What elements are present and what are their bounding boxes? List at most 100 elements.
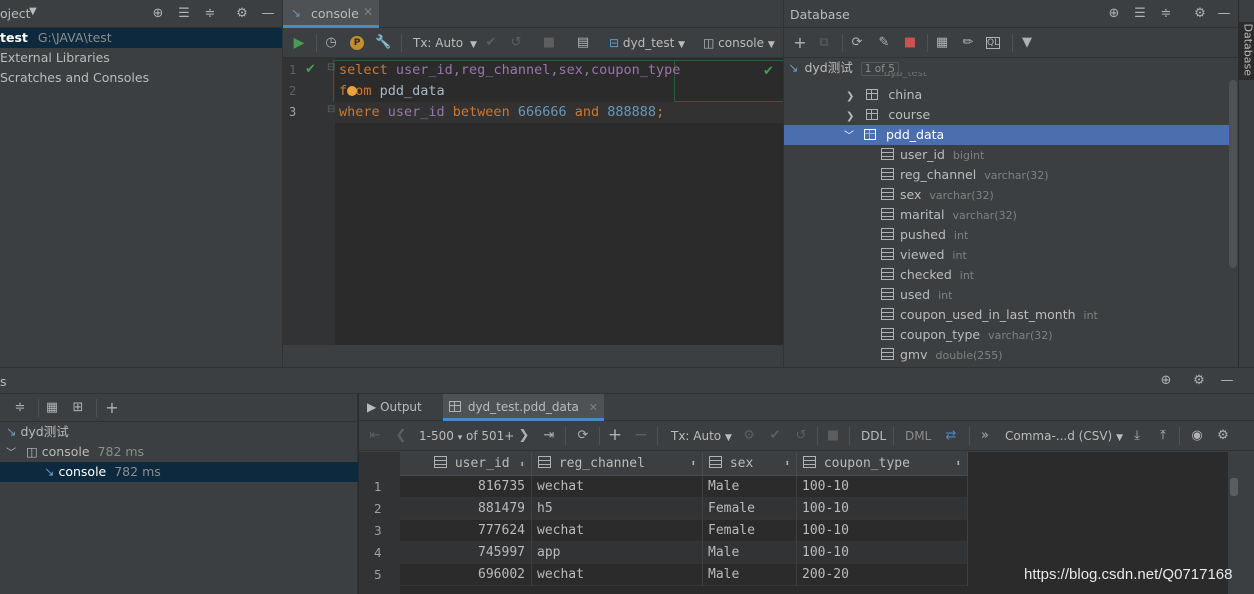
table-cell[interactable]: Male [703,476,797,498]
results-scrollbar-thumb[interactable] [1230,478,1238,496]
column-header-reg-channel[interactable]: reg_channel ⬍ [532,452,703,476]
sort-icon[interactable]: ⬍ [519,460,524,470]
stop-icon[interactable]: ■ [825,428,841,444]
sort-icon[interactable]: ⬍ [785,452,790,476]
compare-icon[interactable]: ⇄ [943,428,959,444]
column-header-sex[interactable]: sex ⬍ [703,452,797,476]
tx-mode-dropdown[interactable]: Tx: Auto ▼ [671,429,732,443]
minimize-icon[interactable]: — [1219,373,1235,389]
sync-icon[interactable]: ⚙ [741,428,757,444]
fold-icon[interactable]: ⊟ [327,104,335,115]
tree-column-row[interactable]: checked int [784,265,1229,285]
tree-table-pdd-data[interactable]: ﹀ pdd_data [784,125,1229,145]
crosshair-icon[interactable]: ⊕ [1158,373,1174,389]
filter-icon[interactable]: ⊞ [70,400,86,416]
page-range-dropdown[interactable]: 1-500 ▾ [419,429,462,443]
tree-column-row[interactable]: reg_channel varchar(32) [784,165,1229,185]
collapse-all-icon[interactable]: ≑ [202,6,218,22]
tree-column-row[interactable]: pushed int [784,225,1229,245]
table-view-icon[interactable]: ▦ [934,35,950,51]
table-cell[interactable]: 100-10 [797,542,968,564]
next-page-icon[interactable]: ❯ [516,428,532,444]
dml-button[interactable]: DML [905,429,931,443]
close-icon[interactable]: ✕ [589,401,598,414]
tx-mode-dropdown[interactable]: Tx: Auto ▼ [413,36,477,50]
edit-properties-icon[interactable]: ✎ [876,35,892,51]
table-cell[interactable]: 777624 [400,520,532,542]
gear-icon[interactable]: ⚙ [234,6,250,22]
tree-root-row[interactable]: ↘ dyd测试 1 of 5 [784,58,1229,78]
first-page-icon[interactable]: ⇤ [367,428,383,444]
project-item-scratches[interactable]: Scratches and Consoles [0,68,149,88]
ddl-icon[interactable]: QL [986,37,1000,49]
rollback-icon[interactable]: ↺ [793,428,809,444]
tab-pdd-data[interactable]: dyd_test.pdd_data ✕ [443,394,604,421]
tree-column-row[interactable]: gmv double(255) [784,345,1229,365]
prev-page-icon[interactable]: ❮ [393,428,409,444]
intention-bulb-icon[interactable] [347,86,357,96]
table-cell[interactable]: 696002 [400,564,532,586]
add-icon[interactable]: + [792,35,808,51]
delete-row-icon[interactable]: − [633,427,649,444]
tree-column-row[interactable]: viewed int [784,245,1229,265]
eye-icon[interactable]: ◉ [1189,428,1205,444]
gear-icon[interactable]: ⚙ [1215,428,1231,444]
services-tree-root[interactable]: ↘ dyd测试 [0,422,358,442]
code-line-3[interactable]: where user_id between 666666 and 888888; [339,102,664,123]
table-cell[interactable]: 100-10 [797,498,968,520]
more-icon[interactable]: » [977,428,993,444]
table-cell[interactable]: Female [703,520,797,542]
tab-console[interactable]: ↘ console ✕ [283,0,379,28]
sort-icon[interactable]: ⬍ [691,452,696,476]
tree-column-row[interactable]: used int [784,285,1229,305]
download-icon[interactable]: ⤓ [1129,428,1145,444]
close-icon[interactable]: ✕ [363,5,373,19]
chevron-down-icon[interactable]: ▼ [29,6,37,17]
session-dropdown[interactable]: ◫ console ▼ [703,36,775,50]
gear-icon[interactable]: ⚙ [1192,6,1208,22]
tree-table-course[interactable]: ❯ course [784,105,1229,125]
table-cell[interactable]: 745997 [400,542,532,564]
code-line-1[interactable]: select user_id,reg_channel,sex,coupon_ty… [339,60,680,81]
tree-column-row[interactable]: user_id bigint [784,145,1229,165]
services-tree-console[interactable]: ↘ console 782 ms [0,462,358,482]
minimize-icon[interactable]: — [1216,6,1232,22]
project-item-external-libraries[interactable]: External Libraries [0,48,110,68]
schema-dropdown[interactable]: ⊟ dyd_test ▼ [609,36,685,50]
group-icon[interactable]: ▦ [44,400,60,416]
table-cell[interactable]: wechat [532,476,703,498]
row-number[interactable]: 5 [359,564,400,586]
database-scrollbar[interactable] [1229,80,1237,268]
table-cell[interactable]: 100-10 [797,520,968,542]
export-format-dropdown[interactable]: Comma-...d (CSV) ▼ [1005,429,1123,443]
table-cell[interactable]: wechat [532,564,703,586]
expand-all-icon[interactable]: ☰ [176,6,192,22]
last-page-icon[interactable]: ⇥ [541,428,557,444]
history-icon[interactable]: ◷ [323,35,339,51]
ddl-button[interactable]: DDL [861,429,886,443]
stop-icon[interactable]: ■ [902,35,918,51]
commit-icon[interactable]: ✔ [483,35,499,51]
row-number[interactable]: 2 [359,498,400,520]
tree-column-row[interactable]: sex varchar(32) [784,185,1229,205]
row-number[interactable]: 1 [359,476,400,498]
table-cell[interactable]: 881479 [400,498,532,520]
table-cell[interactable]: 200-20 [797,564,968,586]
table-cell[interactable]: h5 [532,498,703,520]
add-row-icon[interactable]: + [607,427,623,444]
minimize-icon[interactable]: — [260,6,276,22]
project-title[interactable]: oject [0,6,31,21]
copy-icon[interactable]: ⧉ [816,35,832,51]
run-icon[interactable]: ▶ [291,35,307,51]
expand-all-icon[interactable]: ☰ [1132,6,1148,22]
filter-icon[interactable]: ▼ [1019,35,1035,51]
tree-column-row[interactable]: coupon_type varchar(32) [784,325,1229,345]
collapse-all-icon[interactable]: ≑ [12,400,28,416]
edit-icon[interactable]: ✏ [960,35,976,51]
gear-icon[interactable]: ⚙ [1191,373,1207,389]
table-cell[interactable]: Male [703,542,797,564]
results-icon[interactable]: ▤ [575,35,591,51]
fold-icon[interactable]: ⊟ [327,62,335,73]
upload-icon[interactable]: ⤒ [1155,428,1171,444]
table-cell[interactable]: wechat [532,520,703,542]
